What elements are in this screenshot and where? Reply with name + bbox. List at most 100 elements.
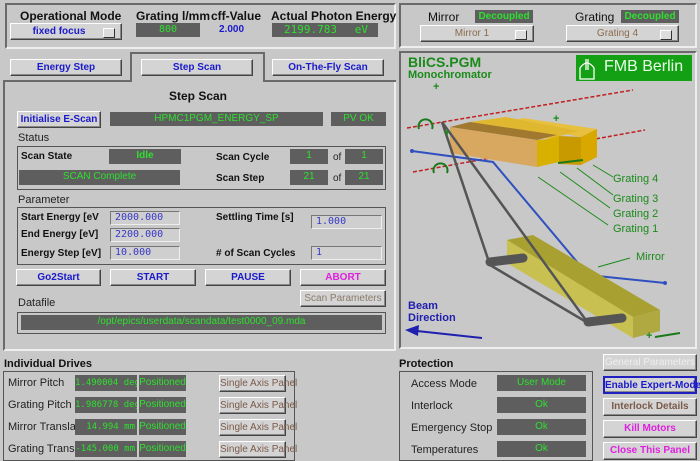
general-parameters-button[interactable]: General Parameters <box>603 354 697 371</box>
drive-status: Positioned <box>139 397 186 413</box>
grating-lmm-value: 800 <box>136 23 200 37</box>
drive-name: Grating Pitch <box>8 399 72 411</box>
close-panel-button[interactable]: Close This Panel <box>603 442 697 460</box>
start-button[interactable]: START <box>110 269 196 286</box>
grating-3-label: Grating 3 <box>613 193 659 205</box>
drive-value: 1.490004 deg <box>75 375 137 391</box>
drives-title: Individual Drives <box>4 358 93 370</box>
mirror-status: Decoupled <box>475 10 533 23</box>
datafile-path: /opt/epics/userdata/scandata/test0000_09… <box>21 315 382 330</box>
start-energy-label: Start Energy [eV <box>21 212 99 223</box>
photon-energy-field: 2199.783 eV <box>272 23 378 37</box>
grating-select-value: Grating 4 <box>596 28 639 39</box>
grating-status: Decoupled <box>621 10 679 23</box>
scan-parameters-button[interactable]: Scan Parameters <box>300 290 386 307</box>
beam-arrow-icon <box>405 325 419 336</box>
datafile-label: Datafile <box>18 297 56 309</box>
drive-value: -145.000 mm <box>75 441 137 457</box>
pv-status: PV OK <box>331 112 386 126</box>
plus-sign: + <box>553 113 560 125</box>
pv-name: HPMC1PGM_ENERGY_SP <box>110 112 323 126</box>
plus-sign: + <box>433 81 440 93</box>
of-label: of <box>333 152 342 163</box>
op-mode-value: fixed focus <box>32 26 86 37</box>
scan-message: SCAN Complete <box>19 170 180 185</box>
grating-select[interactable]: Grating 4 <box>566 25 679 42</box>
end-energy-input[interactable]: 2200.000 <box>110 228 180 242</box>
single-axis-panel-button[interactable]: Single Axis Panel <box>219 397 297 414</box>
scan-step-total: 21 <box>345 170 383 185</box>
protection-name: Access Mode <box>411 378 478 390</box>
drive-status: Positioned <box>139 441 186 457</box>
direction-label: Direction <box>408 312 456 324</box>
protection-name: Emergency Stop <box>411 422 493 434</box>
scan-state-label: Scan State <box>21 151 73 162</box>
menu-icon <box>515 30 527 40</box>
parameter-label: Parameter <box>18 194 70 206</box>
single-axis-panel-button[interactable]: Single Axis Panel <box>219 419 297 436</box>
step-scan-title: Step Scan <box>168 89 228 103</box>
end-energy-label: End Energy [eV] <box>21 229 99 240</box>
mirror-label: Mirror <box>428 10 460 24</box>
tab-energy-step[interactable]: Energy Step <box>10 59 122 76</box>
settling-time-input[interactable]: 1.000 <box>311 215 382 229</box>
scan-state: Idle <box>109 149 181 164</box>
go2start-button[interactable]: Go2Start <box>16 269 101 286</box>
scan-cycles-label: # of Scan Cycles <box>216 248 296 259</box>
tab-step-scan[interactable]: Step Scan <box>141 59 253 76</box>
enable-expert-mode-button[interactable]: Enable Expert-Mode <box>603 376 700 394</box>
drive-value: 1.986778 deg <box>75 397 137 413</box>
cylinder <box>583 313 627 327</box>
protection-name: Interlock <box>411 400 453 412</box>
settling-time-label: Settling Time [s] <box>216 212 294 223</box>
drive-value: 14.994 mm <box>75 419 137 435</box>
scan-step-label: Scan Step <box>216 173 265 184</box>
grating-label: Grating <box>575 10 615 24</box>
drive-status: Positioned <box>139 375 186 391</box>
cff-value: 2.000 <box>219 24 245 35</box>
pause-button[interactable]: PAUSE <box>205 269 291 286</box>
beam-label: Beam <box>408 300 438 312</box>
drive-name: Mirror Pitch <box>8 377 65 389</box>
scan-cycle-total: 1 <box>345 149 383 164</box>
grating-4-label: Grating 4 <box>613 173 659 185</box>
mirror-select[interactable]: Mirror 1 <box>420 25 534 42</box>
energy-step-input[interactable]: 10.000 <box>110 246 180 260</box>
photon-energy-unit: eV <box>354 23 368 36</box>
photon-energy-label: Actual Photon Energy <box>271 9 397 23</box>
start-energy-input[interactable]: 2000.000 <box>110 211 180 225</box>
kill-motors-button[interactable]: Kill Motors <box>603 420 697 438</box>
protection-value: Ok <box>497 441 586 457</box>
menu-icon <box>103 28 115 38</box>
interlock-details-button[interactable]: Interlock Details <box>603 398 697 416</box>
protection-title: Protection <box>399 358 454 370</box>
protection-value: Ok <box>497 397 586 413</box>
tab-on-the-fly-scan[interactable]: On-The-Fly Scan <box>272 59 384 76</box>
op-mode-label: Operational Mode <box>20 9 122 23</box>
grating-1-label: Grating 1 <box>613 223 659 235</box>
of-label: of <box>333 173 342 184</box>
drive-status: Positioned <box>139 419 186 435</box>
abort-button[interactable]: ABORT <box>300 269 386 286</box>
mirror-select-value: Mirror 1 <box>454 28 490 39</box>
grating-2-label: Grating 2 <box>613 208 659 220</box>
plus-sign: + <box>646 330 653 342</box>
cff-label: cff-Value <box>211 9 262 23</box>
scan-step: 21 <box>290 170 328 185</box>
op-mode-select[interactable]: fixed focus <box>10 23 122 40</box>
energy-step-label: Energy Step [eV] <box>21 248 102 259</box>
protection-name: Temperatures <box>411 444 479 456</box>
menu-icon <box>660 30 672 40</box>
scan-cycle: 1 <box>290 149 328 164</box>
mirror-diagram-label: Mirror <box>636 251 665 263</box>
grating-lmm-label: Grating l/mm <box>136 9 211 23</box>
status-label: Status <box>18 132 50 144</box>
plus-sign: + <box>444 127 451 139</box>
protection-value: Ok <box>497 419 586 435</box>
protection-value: User Mode <box>497 375 586 391</box>
photon-energy-value: 2199.783 <box>284 23 337 36</box>
initialise-escan-button[interactable]: Initialise E-Scan <box>17 111 101 128</box>
cylinder <box>485 253 528 267</box>
single-axis-panel-button[interactable]: Single Axis Panel <box>219 375 297 392</box>
scan-cycles-input[interactable]: 1 <box>311 246 382 260</box>
